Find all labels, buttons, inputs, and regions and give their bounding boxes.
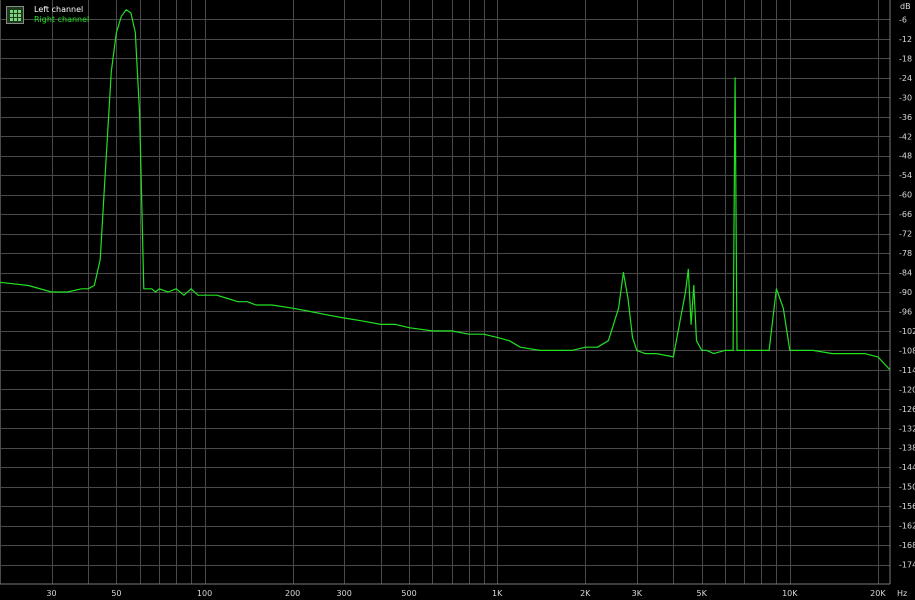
y-tick-label: -144 xyxy=(899,463,915,472)
y-tick-label: -114 xyxy=(899,366,915,375)
x-tick-label: 20K xyxy=(870,589,886,598)
y-tick-label: -30 xyxy=(899,93,912,102)
x-tick-label: 50 xyxy=(111,589,121,598)
y-tick-label: -12 xyxy=(899,35,912,44)
y-tick-label: -60 xyxy=(899,191,912,200)
y-tick-label: -102 xyxy=(899,327,915,336)
y-tick-label: -132 xyxy=(899,424,915,433)
y-tick-label: -54 xyxy=(899,171,912,180)
y-tick-label: -126 xyxy=(899,405,915,414)
y-tick-label: -42 xyxy=(899,132,912,141)
y-tick-label: -66 xyxy=(899,210,912,219)
legend-right-channel: Right channel xyxy=(34,15,90,24)
x-tick-label: 500 xyxy=(401,589,416,598)
y-tick-label: -108 xyxy=(899,346,915,355)
y-tick-label: -72 xyxy=(899,230,912,239)
y-tick-label: -120 xyxy=(899,385,915,394)
x-tick-label: 300 xyxy=(337,589,352,598)
y-tick-label: -96 xyxy=(899,307,912,316)
plot-background xyxy=(0,0,915,600)
y-tick-label: -90 xyxy=(899,288,912,297)
legend-grid-icon xyxy=(6,6,24,24)
legend-left-channel: Left channel xyxy=(34,5,84,14)
y-tick-label: -48 xyxy=(899,152,912,161)
y-tick-label: -168 xyxy=(899,541,915,550)
spectrum-chart: -6 -12 -18 -24 -30 -36 -42 -48 -54 -60 -66 -72 -78 -8… xyxy=(0,0,915,600)
x-unit-label: Hz xyxy=(897,589,907,598)
y-tick-label: -138 xyxy=(899,444,915,453)
y-tick-label: -78 xyxy=(899,249,912,258)
y-tick-label: -174 xyxy=(899,561,915,570)
y-tick-label: -36 xyxy=(899,113,912,122)
y-tick-label: -24 xyxy=(899,74,912,83)
y-tick-label: -156 xyxy=(899,502,915,511)
x-tick-label: 5K xyxy=(697,589,708,598)
x-tick-label: 30 xyxy=(46,589,56,598)
x-tick-label: 3K xyxy=(632,589,643,598)
y-unit-label: dB xyxy=(900,2,911,11)
x-tick-label: 200 xyxy=(285,589,300,598)
y-tick-label: -162 xyxy=(899,522,915,531)
x-tick-label: 10K xyxy=(782,589,798,598)
y-tick-label: -84 xyxy=(899,269,912,278)
y-tick-label: -6 xyxy=(899,15,907,24)
x-tick-label: 1K xyxy=(492,589,503,598)
y-tick-label: -150 xyxy=(899,483,915,492)
x-tick-label: 2K xyxy=(580,589,591,598)
x-tick-label: 100 xyxy=(197,589,212,598)
y-tick-label: -18 xyxy=(899,54,912,63)
